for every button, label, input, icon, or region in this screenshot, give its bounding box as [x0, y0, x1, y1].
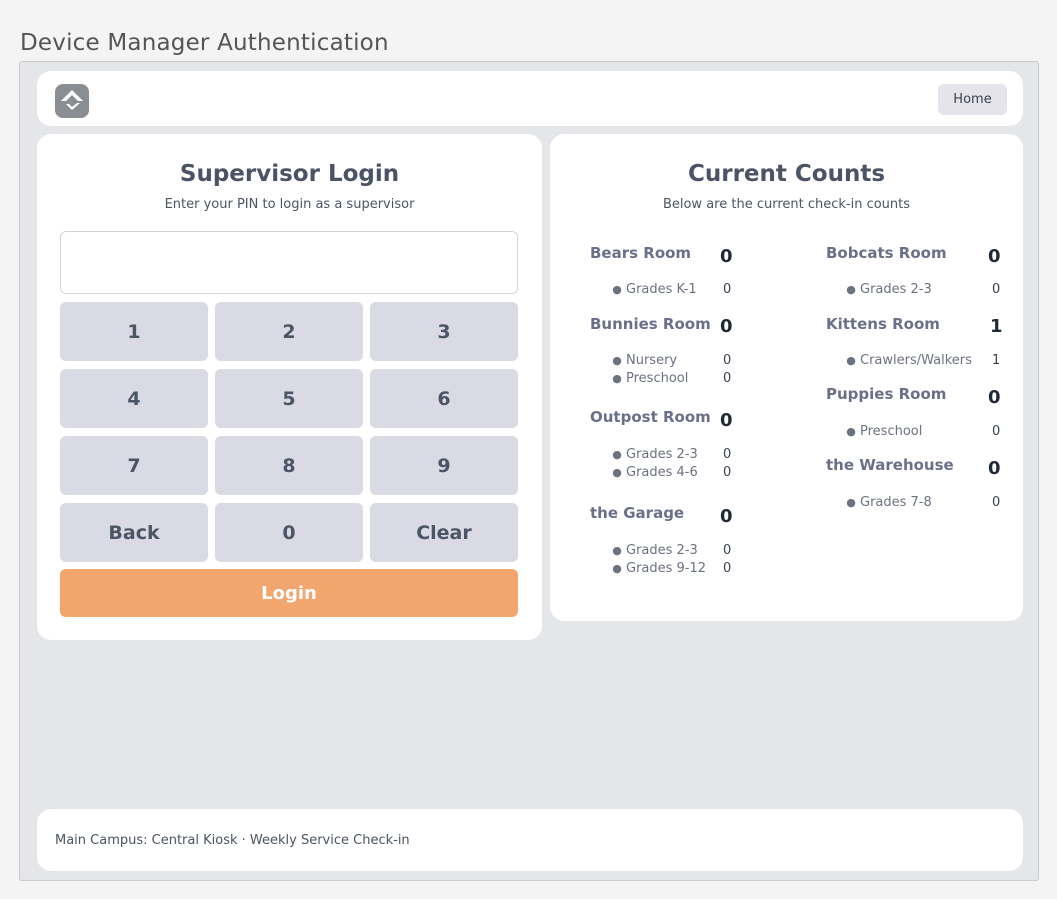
- room-count: 0: [720, 410, 733, 431]
- room-count: 0: [720, 316, 733, 337]
- group-count: 0: [723, 465, 732, 480]
- group-count: 0: [723, 282, 732, 297]
- room-name: Kittens Room: [826, 315, 940, 333]
- key-9[interactable]: 9: [370, 436, 518, 495]
- room-name: Bears Room: [590, 244, 692, 262]
- footer-location: Main Campus: Central Kiosk · Weekly Serv…: [55, 833, 410, 848]
- key-6[interactable]: 6: [370, 369, 518, 428]
- room-name: the Warehouse: [826, 456, 954, 474]
- counts-title: Current Counts: [687, 161, 886, 187]
- room-name: Bobcats Room: [826, 244, 947, 262]
- group-item: ● Grades 9-12: [612, 561, 707, 576]
- group-item: ● Grades 2-3: [612, 543, 698, 558]
- counts-subtitle: Below are the current check-in counts: [662, 197, 911, 212]
- key-2[interactable]: 2: [215, 302, 363, 361]
- group-item: ● Grades 4-6: [612, 465, 698, 480]
- group-item: ● Nursery: [612, 353, 678, 368]
- group-count: 0: [723, 447, 732, 462]
- current-counts-card: Current Counts Below are the current che…: [550, 134, 1023, 621]
- kiosk-frame: Home Supervisor Login Enter your PIN to …: [19, 61, 1039, 881]
- group-count: 0: [992, 495, 1001, 510]
- room-count: 0: [720, 246, 733, 267]
- home-button[interactable]: Home: [938, 84, 1007, 115]
- group-count: 0: [723, 561, 732, 576]
- group-count: 0: [723, 543, 732, 558]
- key-0[interactable]: 0: [215, 503, 363, 562]
- group-count: 0: [723, 353, 732, 368]
- group-item: ● Preschool: [612, 371, 689, 386]
- room-name: Outpost Room: [590, 408, 711, 426]
- key-3[interactable]: 3: [370, 302, 518, 361]
- footer: Main Campus: Central Kiosk · Weekly Serv…: [37, 809, 1023, 871]
- room-name: the Garage: [590, 504, 685, 522]
- group-item: ● Grades 7-8: [846, 495, 932, 510]
- group-item: ● Grades 2-3: [612, 447, 698, 462]
- group-item: ● Grades K-1: [612, 282, 697, 297]
- pin-input[interactable]: [60, 231, 518, 294]
- group-count: 0: [992, 424, 1001, 439]
- room-count: 0: [988, 458, 1001, 479]
- login-button[interactable]: Login: [60, 569, 518, 617]
- room-name: Bunnies Room: [590, 315, 711, 333]
- room-count: 0: [720, 506, 733, 527]
- room-count: 1: [990, 316, 1003, 337]
- room-name: Puppies Room: [826, 385, 947, 403]
- page-heading: Device Manager Authentication: [20, 30, 389, 56]
- back-button[interactable]: Back: [60, 503, 208, 562]
- key-4[interactable]: 4: [60, 369, 208, 428]
- rock-logo-icon: [55, 84, 89, 118]
- room-count: 0: [988, 246, 1001, 267]
- group-item: ● Preschool: [846, 424, 923, 439]
- group-item: ● Grades 2-3: [846, 282, 932, 297]
- key-5[interactable]: 5: [215, 369, 363, 428]
- supervisor-login-card: Supervisor Login Enter your PIN to login…: [37, 134, 542, 640]
- key-7[interactable]: 7: [60, 436, 208, 495]
- group-count: 0: [723, 371, 732, 386]
- group-item: ● Crawlers/Walkers: [846, 353, 972, 368]
- login-title: Supervisor Login: [179, 161, 400, 187]
- group-count: 0: [992, 282, 1001, 297]
- top-bar: Home: [37, 71, 1023, 126]
- login-subtitle: Enter your PIN to login as a supervisor: [164, 197, 415, 212]
- key-8[interactable]: 8: [215, 436, 363, 495]
- key-1[interactable]: 1: [60, 302, 208, 361]
- keypad: 1 2 3 4 5 6 7 8 9 Back 0 Clear: [60, 302, 518, 562]
- group-count: 1: [992, 353, 1001, 368]
- room-count: 0: [988, 387, 1001, 408]
- clear-button[interactable]: Clear: [370, 503, 518, 562]
